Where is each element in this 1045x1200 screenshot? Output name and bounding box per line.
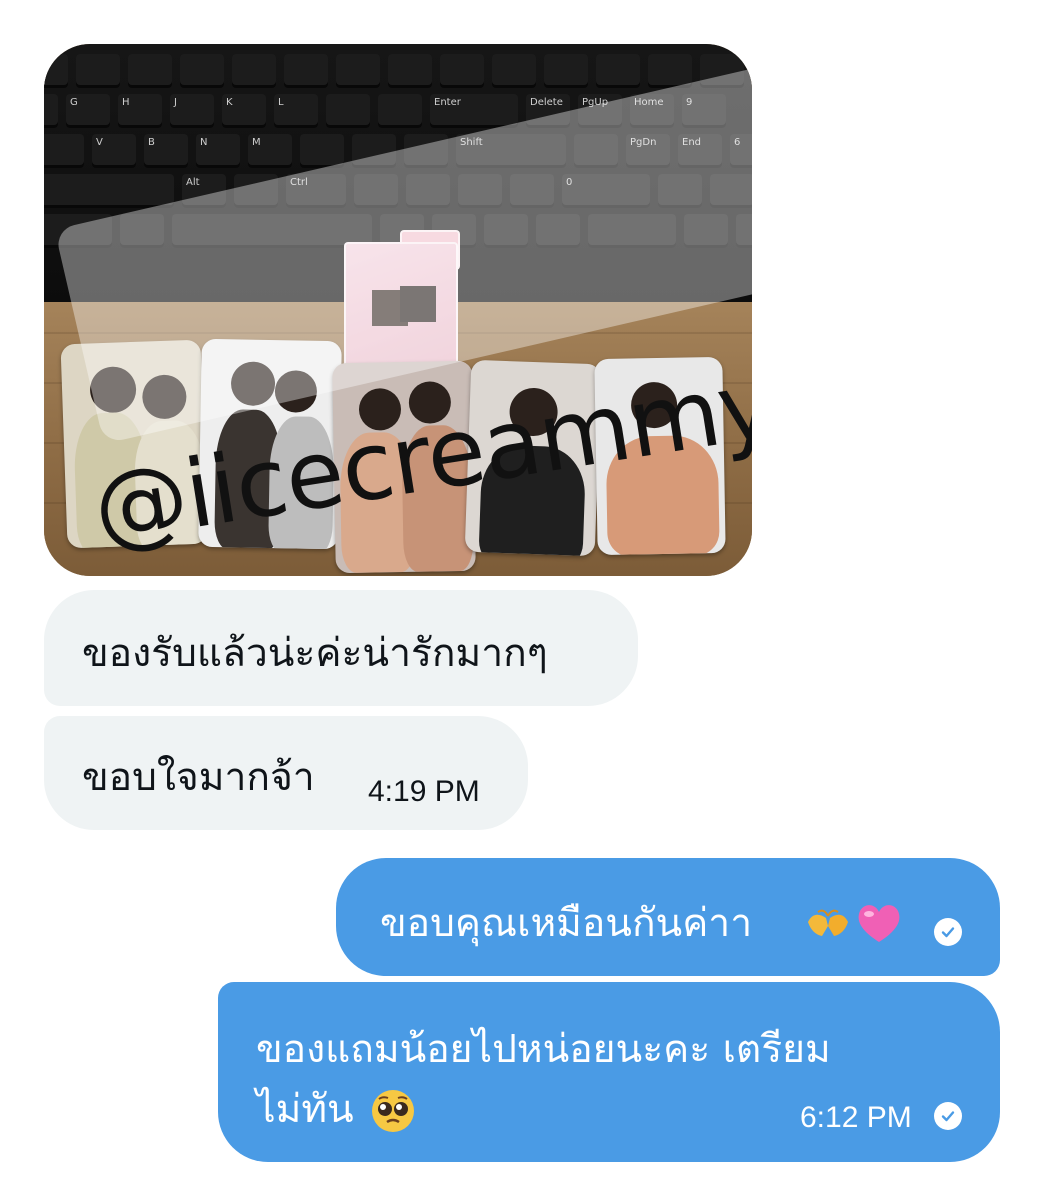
key-label: J [174,97,177,108]
key-label: M [252,137,261,148]
message-text: ขอบใจมากจ้า [82,755,315,800]
key-label: H [122,97,130,108]
message-text-line-2: ไม่ทัน [256,1087,354,1132]
message-text: ของรับแล้วน่ะค่ะน่ารักมากๆ [82,631,548,676]
key-label: B [148,137,155,148]
message-text: ขอบคุณเหมือนกันค่าา [380,901,753,946]
key-label: N [200,137,208,148]
pleading-face-emoji [370,1088,416,1134]
message-timestamp: 6:12 PM [800,1101,912,1134]
key-label: V [96,137,103,148]
message-timestamp: 4:19 PM [368,775,480,808]
heart-hands-emoji [804,904,852,944]
received-message-2[interactable]: ขอบใจมากจ้า 4:19 PM [44,716,528,830]
key-label: L [278,97,284,108]
message-text-line-1: ของแถมน้อยไปหน่อยนะคะ เตรียม [256,1027,831,1072]
key-label: Enter [434,97,461,108]
pink-heart-emoji [854,900,904,946]
sent-message-1[interactable]: ขอบคุณเหมือนกันค่าา [336,858,1000,976]
received-message-1[interactable]: ของรับแล้วน่ะค่ะน่ารักมากๆ [44,590,638,706]
key-label: Delete [530,97,563,108]
read-check-icon [934,918,962,946]
photo-attachment[interactable]: G H J K L Enter Delete PgUp Home 9 V B N… [44,44,752,576]
key-label: G [70,97,78,108]
sent-message-2[interactable]: ของแถมน้อยไปหน่อยนะคะ เตรียม ไม่ทัน 6:12… [218,982,1000,1162]
key-label: K [226,97,233,108]
read-check-icon [934,1102,962,1130]
key-label: Alt [186,177,200,188]
